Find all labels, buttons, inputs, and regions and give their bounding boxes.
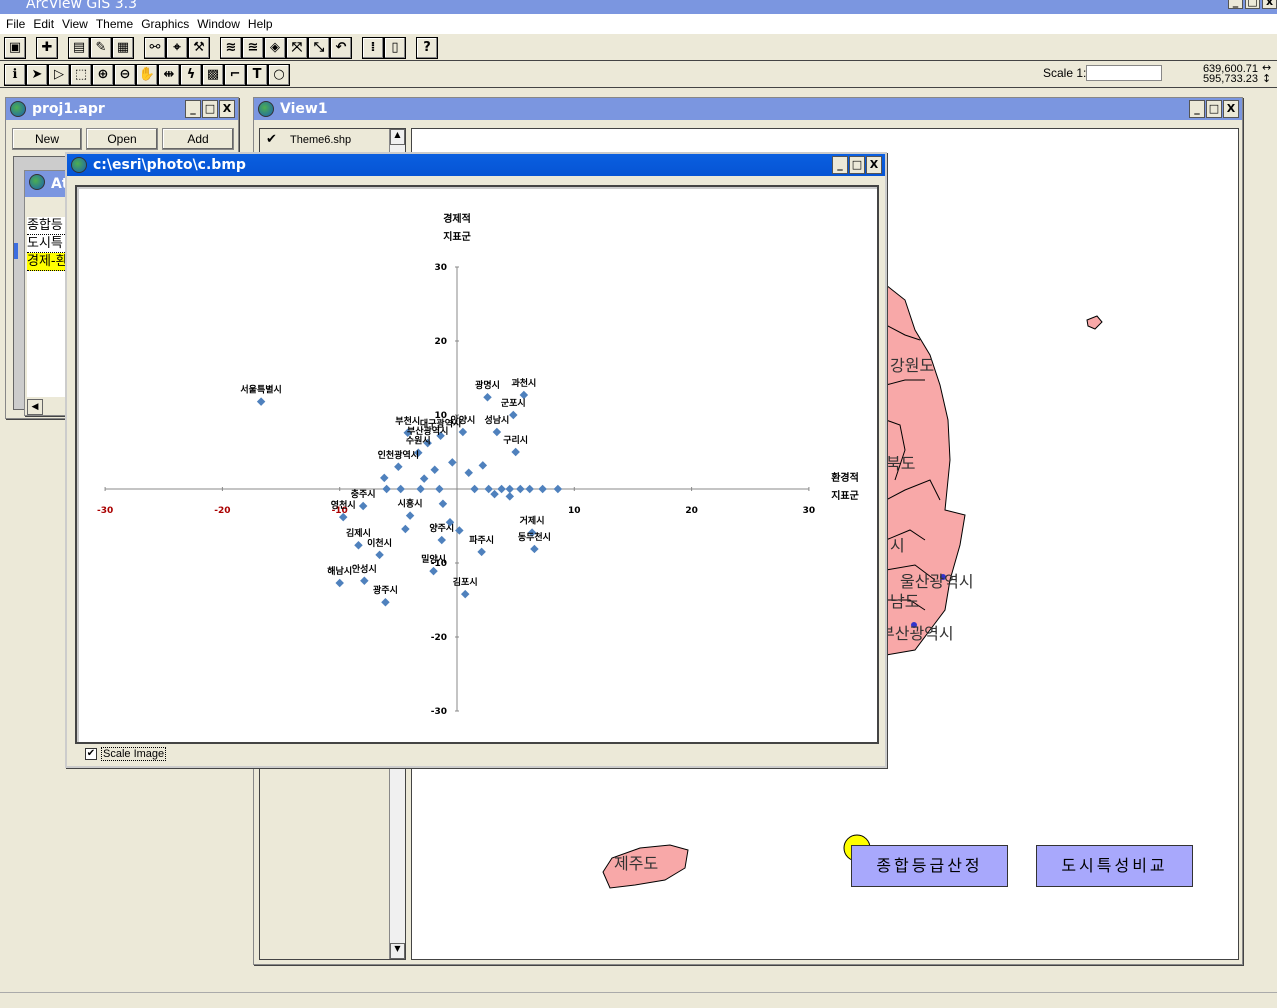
data-label: 안성시	[352, 563, 377, 575]
data-point	[416, 484, 425, 494]
data-point	[470, 484, 479, 494]
data-point	[483, 392, 492, 402]
ulleungdo-polygon[interactable]	[1086, 315, 1103, 330]
x-tick-label: 20	[685, 506, 698, 516]
data-point	[375, 550, 384, 560]
data-label: 성남시	[484, 414, 509, 426]
data-point	[438, 499, 448, 509]
map-label: 강원도	[890, 356, 935, 375]
data-point	[394, 462, 403, 472]
data-label: 파주시	[469, 534, 494, 546]
data-point	[464, 468, 473, 477]
data-point	[335, 578, 344, 588]
data-point	[490, 489, 499, 499]
map-label: 시	[890, 536, 905, 555]
data-point	[538, 484, 547, 494]
data-label: 밀양시	[421, 553, 446, 565]
data-point	[396, 484, 405, 494]
image-title-bar[interactable]: c:\esri\photo\c.bmp _ □ X	[67, 154, 885, 176]
data-label: 군포시	[501, 398, 526, 409]
image-title: c:\esri\photo\c.bmp	[93, 157, 246, 173]
map-label: 남도	[890, 592, 920, 611]
data-label: 광주시	[373, 584, 398, 596]
x-tick-label: -30	[97, 506, 113, 516]
close-button[interactable]: X	[866, 156, 882, 174]
y-tick-label: -30	[431, 707, 447, 717]
data-point	[460, 589, 470, 599]
data-label: 인천광역시	[378, 449, 419, 461]
data-label: 해남시	[327, 565, 352, 577]
data-label: 과천시	[511, 377, 536, 389]
data-label: 서울특별시	[240, 384, 281, 396]
y-axis-title: 지표군	[443, 230, 471, 243]
data-point	[381, 597, 390, 607]
data-label: 부산광역시	[407, 425, 448, 437]
data-point	[448, 458, 457, 467]
map-label: 북도	[886, 454, 916, 473]
data-point	[553, 484, 563, 494]
data-point	[419, 474, 429, 483]
arcview-icon	[71, 157, 87, 173]
data-label: 김포시	[453, 576, 478, 588]
overall-grade-button[interactable]: 종합등급산정	[851, 845, 1008, 887]
map-label: 부산광역시	[880, 624, 954, 643]
status-bar	[0, 992, 1277, 1008]
data-label: 광명시	[475, 379, 500, 391]
data-label: 거제시	[520, 515, 545, 527]
data-point	[505, 484, 515, 494]
y-axis-title: 경제적	[443, 212, 471, 225]
scale-image-label[interactable]: Scale Image	[101, 747, 167, 761]
scatter-chart: -30 -20 -10 10 20 30302010-10-20-30경제적지표군환경적지…	[97, 212, 859, 717]
data-label: 동두천시	[518, 532, 551, 543]
data-point	[360, 576, 369, 586]
city-compare-button[interactable]: 도시특성비교	[1036, 845, 1193, 887]
data-point	[492, 427, 502, 437]
data-point	[455, 526, 464, 535]
y-tick-label: -20	[431, 633, 447, 643]
maximize-button[interactable]: □	[849, 156, 865, 174]
data-point	[405, 511, 415, 520]
data-label: 영천시	[331, 499, 356, 511]
data-point	[530, 544, 539, 554]
x-axis-title: 지표군	[831, 489, 859, 502]
data-point	[505, 492, 515, 501]
data-point	[256, 397, 266, 406]
x-tick-label: -20	[214, 506, 230, 516]
data-label: 이천시	[367, 537, 392, 549]
minimize-button[interactable]: _	[832, 156, 848, 174]
data-point	[477, 547, 486, 557]
data-point	[380, 473, 389, 483]
data-point	[358, 501, 368, 511]
data-point	[511, 447, 520, 457]
scale-image-checkbox[interactable]: ✔	[85, 748, 97, 760]
data-point	[509, 410, 518, 420]
data-point	[478, 461, 488, 470]
x-tick-label: 30	[803, 506, 816, 516]
data-label: 시흥시	[398, 498, 423, 510]
y-tick-label: 20	[434, 337, 447, 347]
data-point	[401, 524, 410, 534]
data-point	[525, 484, 534, 494]
data-point	[516, 484, 525, 494]
x-tick-label: 10	[568, 506, 581, 516]
data-point	[519, 390, 529, 400]
data-label: 충주시	[351, 488, 376, 500]
y-tick-label: 30	[434, 263, 447, 273]
data-point	[382, 484, 391, 494]
data-label: 수원시	[406, 435, 431, 447]
data-point	[484, 484, 493, 494]
data-point	[354, 540, 363, 550]
x-axis-title: 환경적	[831, 471, 859, 484]
data-point	[497, 484, 506, 494]
data-point	[430, 465, 439, 475]
data-label: 구리시	[503, 434, 528, 446]
data-point	[435, 484, 444, 494]
data-label: 김제시	[346, 527, 371, 539]
map-label: 제주도	[614, 854, 659, 873]
data-point	[437, 535, 446, 545]
data-label: 부천시	[395, 416, 420, 427]
